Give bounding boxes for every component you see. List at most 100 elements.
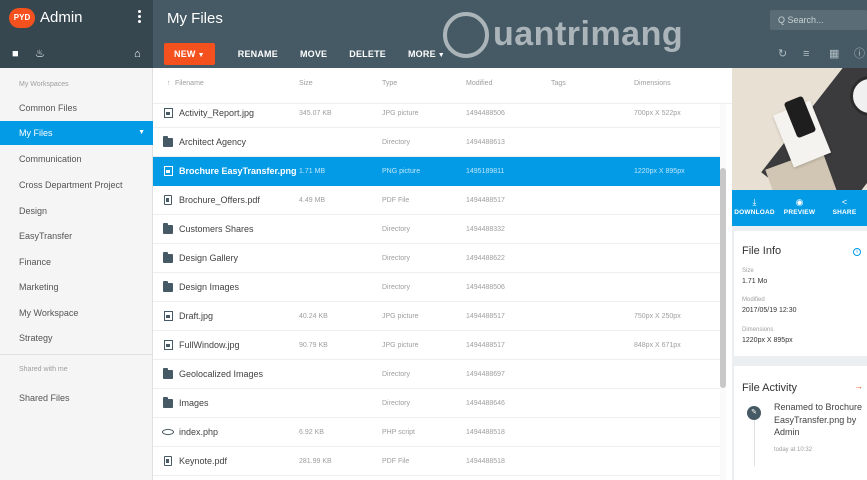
file-name: Design Gallery — [179, 253, 239, 263]
file-type: PDF File — [382, 458, 410, 465]
folder-icon — [163, 136, 173, 147]
file-dimensions: 700px X 522px — [634, 110, 681, 117]
user-name[interactable]: Admin — [40, 9, 83, 26]
file-name: Geolocalized Images — [179, 369, 264, 379]
dimensions-value: 1220px X 895px — [742, 337, 793, 344]
rename-button[interactable]: RENAME — [227, 43, 289, 65]
grid-view-icon[interactable]: ▦ — [829, 43, 839, 65]
column-header-dimensions[interactable]: Dimensions — [634, 80, 671, 87]
file-name: Images — [179, 398, 209, 408]
table-row[interactable]: index.php 6.92 KB PHP script 1494488518 — [153, 418, 721, 447]
more-vert-icon[interactable] — [134, 9, 144, 25]
size-value: 1.71 Mo — [742, 278, 768, 285]
size-label: Size — [742, 268, 754, 274]
info-icon[interactable]: ⓘ — [854, 43, 865, 65]
table-row[interactable]: Geolocalized Images Directory 1494488697 — [153, 360, 721, 389]
sidebar-item-cross-department-project[interactable]: Cross Department Project — [0, 173, 153, 197]
app-header: PYD Admin ■ ♨ ⌂ — [0, 0, 153, 68]
folder-icon — [163, 397, 173, 408]
details-panel: ⤓ DOWNLOAD ◉ PREVIEW < SHARE File Info i… — [732, 68, 867, 480]
table-row[interactable]: Images Directory 1494488646 — [153, 389, 721, 418]
eye-icon: ◉ — [795, 197, 804, 207]
move-button[interactable]: MOVE — [289, 43, 338, 65]
file-preview-image[interactable] — [732, 68, 867, 190]
activity-entry-text: Renamed to Brochure EasyTransfer.png by … — [774, 402, 863, 437]
file-size: 4.49 MB — [299, 197, 326, 204]
sidebar-item-marketing[interactable]: Marketing — [0, 275, 153, 299]
table-row[interactable]: Customers Shares Directory 1494488332 — [153, 215, 721, 244]
file-name: Activity_Report.jpg — [179, 108, 255, 118]
sort-icon[interactable]: ≡ — [803, 43, 809, 65]
download-button[interactable]: ⤓ DOWNLOAD — [732, 190, 777, 216]
file-modified: 1494488613 — [466, 139, 505, 146]
share-label: SHARE — [832, 209, 857, 216]
file-type: JPG picture — [382, 342, 419, 349]
table-row[interactable]: Keynote.pdf 281.99 KB PDF File 149448851… — [153, 447, 721, 476]
sidebar-item-communication[interactable]: Communication — [0, 147, 153, 171]
image-icon — [164, 311, 173, 321]
column-header-size[interactable]: Size — [299, 80, 313, 87]
column-header-type[interactable]: Type — [382, 80, 397, 87]
file-activity-card: File Activity → ✎ Renamed to Brochure Ea… — [734, 366, 867, 480]
home-icon[interactable]: ⌂ — [134, 44, 141, 64]
file-size: 345.07 KB — [299, 110, 332, 117]
sidebar-item-my-workspace[interactable]: My Workspace — [0, 301, 153, 325]
file-modified: 1494488646 — [466, 400, 505, 407]
refresh-icon[interactable]: ↻ — [778, 43, 787, 65]
folder-icon — [163, 368, 173, 379]
chevron-down-icon: ▼ — [138, 129, 145, 136]
sidebar-item-shared-files[interactable]: Shared Files — [0, 386, 153, 410]
sidebar-item-strategy[interactable]: Strategy — [0, 326, 153, 350]
file-modified: 1494488518 — [466, 458, 505, 465]
file-type: Directory — [382, 139, 411, 146]
bell-icon[interactable]: ♨ — [35, 44, 45, 64]
scrollbar-thumb[interactable] — [720, 168, 726, 388]
sidebar-item-common-files[interactable]: Common Files — [0, 96, 153, 120]
file-name: Customers Shares — [179, 224, 254, 234]
document-icon — [164, 456, 172, 466]
column-header-tags[interactable]: Tags — [551, 80, 566, 87]
edit-icon: ✎ — [747, 406, 761, 420]
share-button[interactable]: < SHARE — [822, 190, 867, 216]
code-icon — [162, 429, 174, 435]
folder-icon — [163, 252, 173, 263]
sidebar-item-finance[interactable]: Finance — [0, 250, 153, 274]
table-row[interactable]: Draft.jpg 40.24 KB JPG picture 149448851… — [153, 302, 721, 331]
download-label: DOWNLOAD — [734, 209, 775, 216]
view-toggle-icon[interactable]: ■ — [12, 44, 19, 64]
sort-arrow-icon[interactable]: ↑ — [167, 80, 171, 87]
main-header: My Files NEW ▼ RENAME MOVE DELETE MORE ▼ u… — [153, 0, 867, 68]
file-modified: 1494488518 — [466, 429, 505, 436]
sidebar-item-easytransfer[interactable]: EasyTransfer — [0, 224, 153, 248]
table-row-selected[interactable]: Brochure EasyTransfer.png 1.71 MB PNG pi… — [153, 157, 721, 186]
new-button[interactable]: NEW ▼ — [164, 43, 215, 65]
file-modified: 1495189811 — [466, 168, 505, 175]
sidebar-item-design[interactable]: Design — [0, 199, 153, 223]
file-modified: 1494488506 — [466, 284, 505, 291]
table-row[interactable]: Architect Agency Directory 1494488613 — [153, 128, 721, 157]
preview-button[interactable]: ◉ PREVIEW — [777, 190, 822, 216]
arrow-right-icon[interactable]: → — [854, 381, 863, 391]
new-button-label: NEW — [174, 49, 196, 59]
column-header-modified[interactable]: Modified — [466, 80, 492, 87]
search-input[interactable]: Q Search... — [770, 10, 867, 30]
table-row[interactable]: FullWindow.jpg 90.79 KB JPG picture 1494… — [153, 331, 721, 360]
sidebar-item-my-files[interactable]: My Files ▼ — [0, 121, 153, 145]
table-row[interactable]: Activity_Report.jpg 345.07 KB JPG pictur… — [153, 99, 721, 128]
watermark-text: uantrimang — [493, 15, 684, 53]
file-dimensions: 750px X 250px — [634, 313, 681, 320]
info-icon[interactable]: i — [853, 248, 861, 256]
table-row[interactable]: Brochure_Offers.pdf 4.49 MB PDF File 149… — [153, 186, 721, 215]
file-name: Brochure_Offers.pdf — [179, 195, 260, 205]
file-size: 6.92 KB — [299, 429, 324, 436]
column-header-filename[interactable]: Filename — [175, 80, 204, 87]
table-row[interactable]: Design Gallery Directory 1494488622 — [153, 244, 721, 273]
table-row[interactable]: Design Images Directory 1494488506 — [153, 273, 721, 302]
download-icon: ⤓ — [752, 197, 757, 207]
file-type: JPG picture — [382, 313, 419, 320]
dimensions-label: Dimensions — [742, 327, 774, 333]
file-name: index.php — [179, 427, 219, 437]
delete-button[interactable]: DELETE — [338, 43, 397, 65]
page-title: My Files — [167, 10, 223, 27]
file-dimensions: 1220px X 895px — [634, 168, 685, 175]
